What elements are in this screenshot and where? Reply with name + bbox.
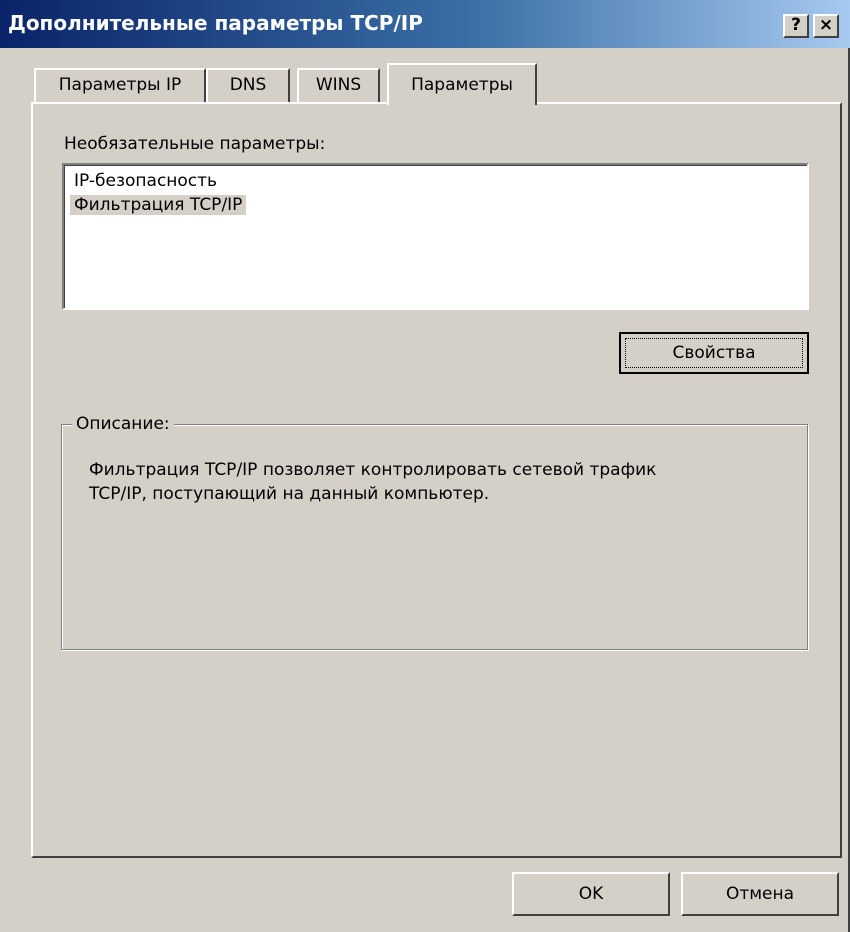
window-title: Дополнительные параметры TCP/IP [8,11,423,35]
tab-label: WINS [315,75,362,95]
tab-options[interactable]: Параметры [387,63,537,105]
tab-wins[interactable]: WINS [297,68,380,102]
description-title: Описание: [72,414,174,434]
description-line: TCP/IP, поступающий на данный компьютер. [89,484,490,504]
focus-rectangle [625,338,803,368]
title-bar[interactable]: Дополнительные параметры TCP/IP ? × [0,0,850,48]
close-icon: × [818,15,834,35]
optional-settings-list[interactable]: IP-безопасность Фильтрация TCP/IP [62,163,809,310]
tab-label: DNS [229,75,267,95]
cancel-button[interactable]: Отмена [681,872,839,916]
help-button[interactable]: ? [783,14,809,38]
cancel-button-label: Отмена [725,884,795,904]
tab-label: Параметры [411,75,513,95]
tab-label: Параметры IP [58,75,182,95]
ok-button-label: OK [578,884,604,904]
optional-settings-label: Необязательные параметры: [64,134,326,154]
help-icon: ? [791,15,801,35]
dialog-window: Дополнительные параметры TCP/IP ? × Пара… [0,0,850,932]
list-item-tcpip-filtering[interactable]: Фильтрация TCP/IP [70,195,247,215]
list-item-ip-security[interactable]: IP-безопасность [70,171,221,191]
description-text: Фильтрация TCP/IP позволяет контролирова… [89,458,789,506]
properties-button[interactable]: Свойства [619,332,809,374]
ok-button[interactable]: OK [512,872,670,916]
description-line: Фильтрация TCP/IP позволяет контролирова… [89,460,657,480]
tab-dns[interactable]: DNS [206,68,290,102]
close-button[interactable]: × [813,14,839,38]
tab-ip-settings[interactable]: Параметры IP [34,68,206,102]
